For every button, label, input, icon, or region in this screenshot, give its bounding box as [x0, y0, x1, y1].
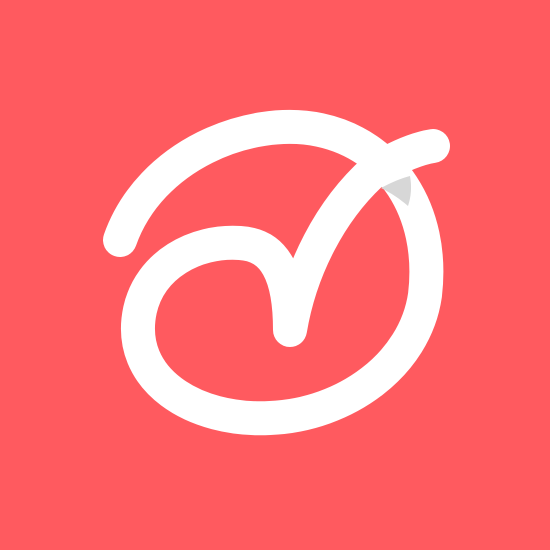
checkmark-swirl-logo-icon [103, 109, 450, 436]
logo-swirl-stroke [103, 109, 450, 436]
app-icon-tile [0, 0, 550, 550]
